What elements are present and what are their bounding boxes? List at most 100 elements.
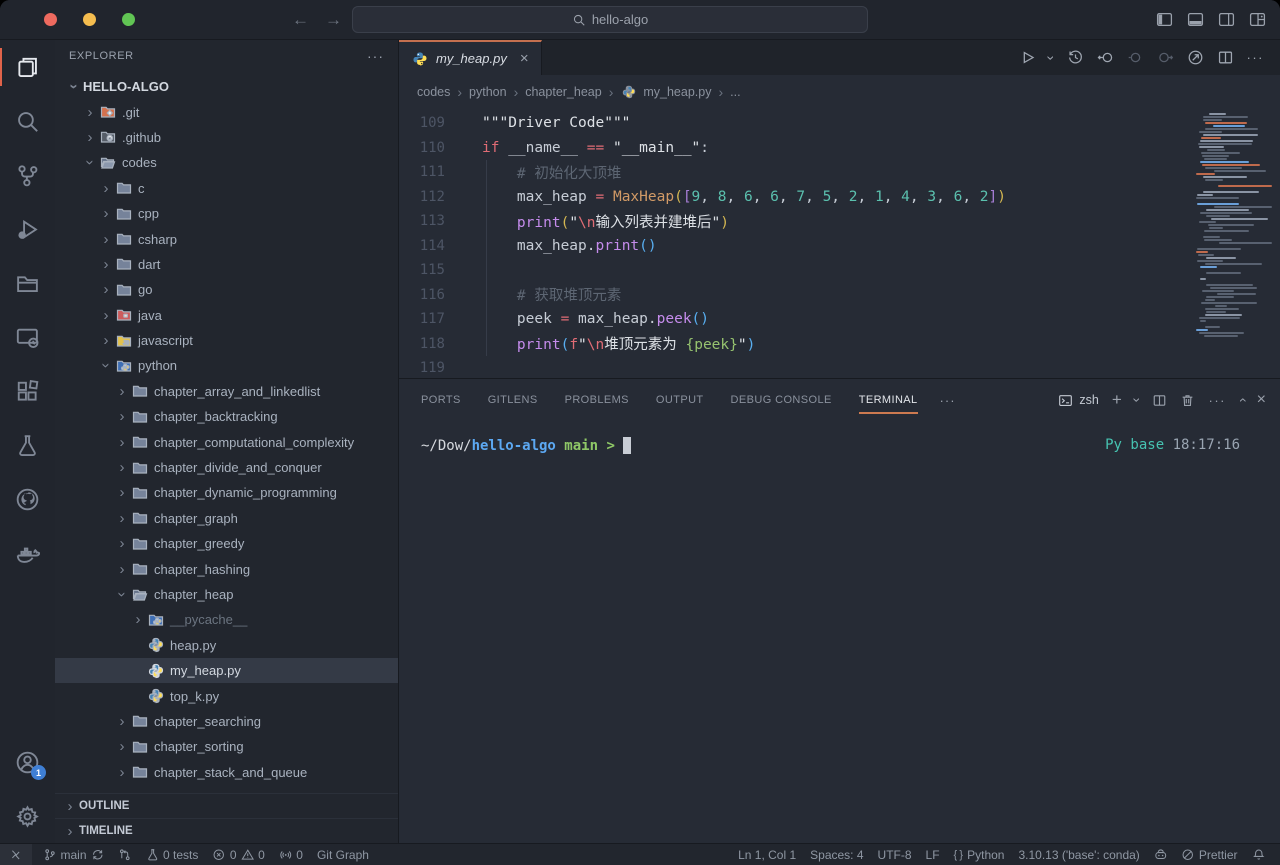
tree-item-cpp[interactable]: ›cpp	[55, 201, 398, 226]
tree-item-chapter_stack_and_queue[interactable]: ›chapter_stack_and_queue	[55, 760, 398, 785]
close-panel-button[interactable]: ×	[1257, 391, 1266, 409]
new-terminal-button[interactable]: +	[1112, 390, 1122, 410]
kill-terminal-button[interactable]	[1180, 393, 1195, 408]
customize-layout-button[interactable]	[1249, 11, 1266, 28]
nav-back-button[interactable]: ←	[292, 10, 309, 30]
activity-item-github[interactable]	[0, 472, 55, 526]
tab-my-heap-py[interactable]: my_heap.py ×	[399, 40, 542, 75]
terminal[interactable]: ~/Dow/hello-algo main > Py base 18:17:16	[399, 421, 1280, 843]
breadcrumb-item[interactable]: codes	[417, 85, 450, 99]
activity-item-accounts[interactable]: 1	[0, 735, 55, 789]
status-copilot[interactable]	[1147, 844, 1175, 865]
gitlens-graph-button[interactable]	[1187, 49, 1204, 66]
close-window-button[interactable]	[44, 13, 57, 26]
activity-item-extensions[interactable]	[0, 364, 55, 418]
close-tab-icon[interactable]: ×	[520, 50, 529, 67]
toggle-primary-sidebar-button[interactable]	[1156, 11, 1173, 28]
status-git-graph[interactable]: Git Graph	[310, 844, 376, 865]
activity-item-explorer[interactable]	[0, 40, 55, 94]
panel-tab-debug-console[interactable]: DEBUG CONSOLE	[731, 388, 832, 412]
tree-item-chapter_hashing[interactable]: ›chapter_hashing	[55, 556, 398, 581]
status-feedback[interactable]: 0	[272, 844, 310, 865]
split-editor-button[interactable]	[1217, 49, 1234, 66]
breadcrumb-item[interactable]: python	[469, 85, 507, 99]
status-git-branch[interactable]: main	[36, 844, 111, 865]
tree-item-go[interactable]: ›go	[55, 277, 398, 302]
activity-item-search[interactable]	[0, 94, 55, 148]
file-history-button[interactable]	[1067, 49, 1084, 66]
more-actions-button[interactable]: ···	[1247, 50, 1265, 65]
tree-item-.git[interactable]: ›.git	[55, 99, 398, 124]
status-python-interpreter[interactable]: 3.10.13 ('base': conda)	[1011, 844, 1146, 865]
tree-item-chapter_heap[interactable]: ›chapter_heap	[55, 582, 398, 607]
status-tests[interactable]: 0 tests	[139, 844, 206, 865]
activity-item-docker[interactable]	[0, 526, 55, 580]
outline-section[interactable]: › OUTLINE	[55, 793, 398, 818]
status-remote-indicator[interactable]	[0, 844, 32, 865]
status-prettier[interactable]: Prettier	[1174, 844, 1244, 865]
status-cursor-position[interactable]: Ln 1, Col 1	[731, 844, 803, 865]
activity-item-testing[interactable]	[0, 418, 55, 472]
split-terminal-button[interactable]	[1152, 393, 1167, 408]
tree-item-codes[interactable]: ›codes	[55, 150, 398, 175]
zoom-window-button[interactable]	[122, 13, 135, 26]
previous-change-button[interactable]	[1097, 49, 1114, 66]
toggle-panel-button[interactable]	[1187, 11, 1204, 28]
breadcrumb-item[interactable]: ...	[730, 85, 740, 99]
tree-item-chapter_searching[interactable]: ›chapter_searching	[55, 709, 398, 734]
tree-item-python[interactable]: ›python	[55, 353, 398, 378]
tree-item-__pycache__[interactable]: ›__pycache__	[55, 607, 398, 632]
previous-change-disabled-button[interactable]	[1127, 49, 1144, 66]
tree-item-chapter_dynamic_programming[interactable]: ›chapter_dynamic_programming	[55, 480, 398, 505]
toggle-secondary-sidebar-button[interactable]	[1218, 11, 1235, 28]
activity-item-remote-explorer[interactable]	[0, 310, 55, 364]
panel-tab-problems[interactable]: PROBLEMS	[565, 388, 629, 412]
breadcrumb-item[interactable]: chapter_heap	[525, 85, 601, 99]
panel-tab-gitlens[interactable]: GITLENS	[488, 388, 538, 412]
activity-item-settings[interactable]	[0, 789, 55, 843]
more-terminal-actions-button[interactable]: ···	[1208, 393, 1226, 408]
command-center-search[interactable]: hello-algo	[352, 6, 868, 33]
tree-item-top_k.py[interactable]: top_k.py	[55, 683, 398, 708]
tree-item-csharp[interactable]: ›csharp	[55, 226, 398, 251]
nav-forward-button[interactable]: →	[325, 10, 342, 30]
next-change-disabled-button[interactable]	[1157, 49, 1174, 66]
run-dropdown-button[interactable]: ›	[1049, 50, 1054, 66]
terminal-shell-label[interactable]: zsh	[1058, 393, 1098, 408]
status-eol[interactable]: LF	[919, 844, 947, 865]
panel-tab-terminal[interactable]: TERMINAL	[859, 388, 918, 412]
tree-item-HELLO-ALGO[interactable]: ›HELLO-ALGO	[55, 74, 398, 99]
maximize-panel-button[interactable]: ›	[1239, 392, 1244, 408]
tree-item-my_heap.py[interactable]: my_heap.py	[55, 658, 398, 683]
activity-item-source-control[interactable]	[0, 148, 55, 202]
tree-item-c[interactable]: ›c	[55, 176, 398, 201]
code-editor[interactable]: 109"""Driver Code"""110if __name__ == "_…	[399, 108, 1280, 378]
tree-item-chapter_backtracking[interactable]: ›chapter_backtracking	[55, 404, 398, 429]
status-indentation[interactable]: Spaces: 4	[803, 844, 870, 865]
status-encoding[interactable]: UTF-8	[871, 844, 919, 865]
panel-tab-output[interactable]: OUTPUT	[656, 388, 704, 412]
status-git-compare[interactable]	[111, 844, 139, 865]
panel-tab-ports[interactable]: PORTS	[421, 388, 461, 412]
terminal-dropdown-button[interactable]: ›	[1135, 392, 1140, 408]
tree-item-chapter_computational_complexity[interactable]: ›chapter_computational_complexity	[55, 429, 398, 454]
tree-item-chapter_greedy[interactable]: ›chapter_greedy	[55, 531, 398, 556]
tree-item-java[interactable]: ›java	[55, 303, 398, 328]
minimize-window-button[interactable]	[83, 13, 96, 26]
tree-item-javascript[interactable]: ›JSjavascript	[55, 328, 398, 353]
tree-item-heap.py[interactable]: heap.py	[55, 633, 398, 658]
status-problems[interactable]: 00	[205, 844, 271, 865]
tree-item-.github[interactable]: ›.github	[55, 125, 398, 150]
tree-item-dart[interactable]: ›dart	[55, 252, 398, 277]
tree-item-chapter_graph[interactable]: ›chapter_graph	[55, 506, 398, 531]
tree-item-chapter_array_and_linkedlist[interactable]: ›chapter_array_and_linkedlist	[55, 379, 398, 404]
status-language-mode[interactable]: { }Python	[947, 844, 1012, 865]
minimap[interactable]	[1194, 110, 1272, 338]
activity-item-run-and-debug[interactable]	[0, 202, 55, 256]
activity-item-project-manager[interactable]	[0, 256, 55, 310]
breadcrumb-item[interactable]: my_heap.py	[620, 84, 711, 100]
timeline-section[interactable]: › TIMELINE	[55, 818, 398, 843]
run-python-file-button[interactable]	[1019, 49, 1036, 66]
panel-more-tabs-button[interactable]: ···	[940, 393, 956, 408]
tree-item-chapter_divide_and_conquer[interactable]: ›chapter_divide_and_conquer	[55, 455, 398, 480]
